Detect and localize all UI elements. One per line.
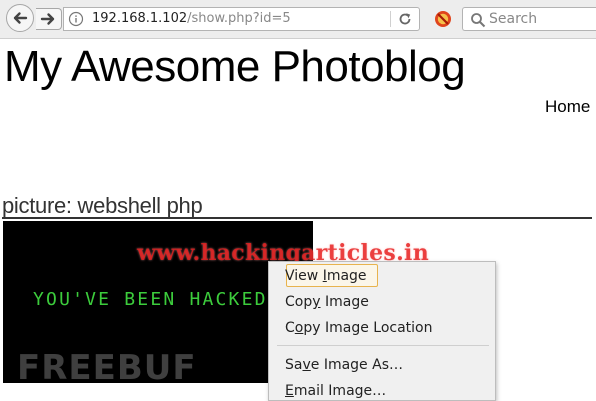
heading-divider xyxy=(2,217,592,219)
context-menu: View Image Copy Image Copy Image Locatio… xyxy=(268,261,496,401)
menu-item-label: py Image Location xyxy=(303,320,433,336)
url-host: 192.168.1.102 xyxy=(92,11,188,26)
menu-item-copy-image[interactable]: Copy Image xyxy=(285,293,369,311)
menu-item-accesskey: y xyxy=(312,294,321,310)
url-path: /show.php?id=5 xyxy=(187,11,291,26)
menu-item-accesskey: v xyxy=(302,357,311,373)
search-icon xyxy=(471,13,486,28)
image-hacked-text: YOU'VE BEEN HACKED xyxy=(33,289,268,310)
site-nav: Home | xyxy=(545,97,596,117)
info-icon[interactable] xyxy=(68,11,84,27)
search-placeholder: Search xyxy=(489,11,538,27)
menu-item-label: Cop xyxy=(285,294,313,310)
forward-arrow-icon xyxy=(40,13,55,25)
menu-item-accesskey: E xyxy=(285,383,294,399)
blocked-addon-icon[interactable] xyxy=(434,10,452,28)
browser-toolbar: 192.168.1.102/show.php?id=5 Search xyxy=(0,0,596,39)
menu-item-label: mail Image… xyxy=(293,383,387,399)
menu-item-label: Image xyxy=(320,294,369,310)
menu-item-copy-image-location[interactable]: Copy Image Location xyxy=(285,319,433,337)
menu-item-view-image[interactable]: View Image xyxy=(285,267,367,285)
menu-item-label: mage xyxy=(326,268,367,284)
nav-home-link[interactable]: Home xyxy=(545,97,590,116)
menu-item-save-image-as[interactable]: Save Image As… xyxy=(285,356,403,374)
url-text[interactable]: 192.168.1.102/show.php?id=5 xyxy=(92,11,291,27)
menu-item-label: Sa xyxy=(285,357,303,373)
watermark-logo: FREEBUF xyxy=(17,348,197,383)
reload-icon[interactable] xyxy=(397,11,413,27)
nav-separator: | xyxy=(590,97,596,116)
menu-item-label: View xyxy=(285,268,323,284)
menu-item-label: e Image As… xyxy=(310,357,403,373)
menu-item-email-image[interactable]: Email Image… xyxy=(285,382,386,400)
search-bar[interactable]: Search xyxy=(462,7,596,31)
back-button[interactable] xyxy=(6,4,34,32)
back-arrow-icon xyxy=(13,12,28,24)
url-bar[interactable]: 192.168.1.102/show.php?id=5 xyxy=(63,7,420,31)
site-title: My Awesome Photoblog xyxy=(4,42,466,91)
menu-separator xyxy=(277,345,489,346)
forward-button[interactable] xyxy=(36,8,62,30)
menu-item-label: C xyxy=(285,320,295,336)
url-divider xyxy=(390,11,391,27)
picture-heading: picture: webshell php xyxy=(2,193,203,218)
